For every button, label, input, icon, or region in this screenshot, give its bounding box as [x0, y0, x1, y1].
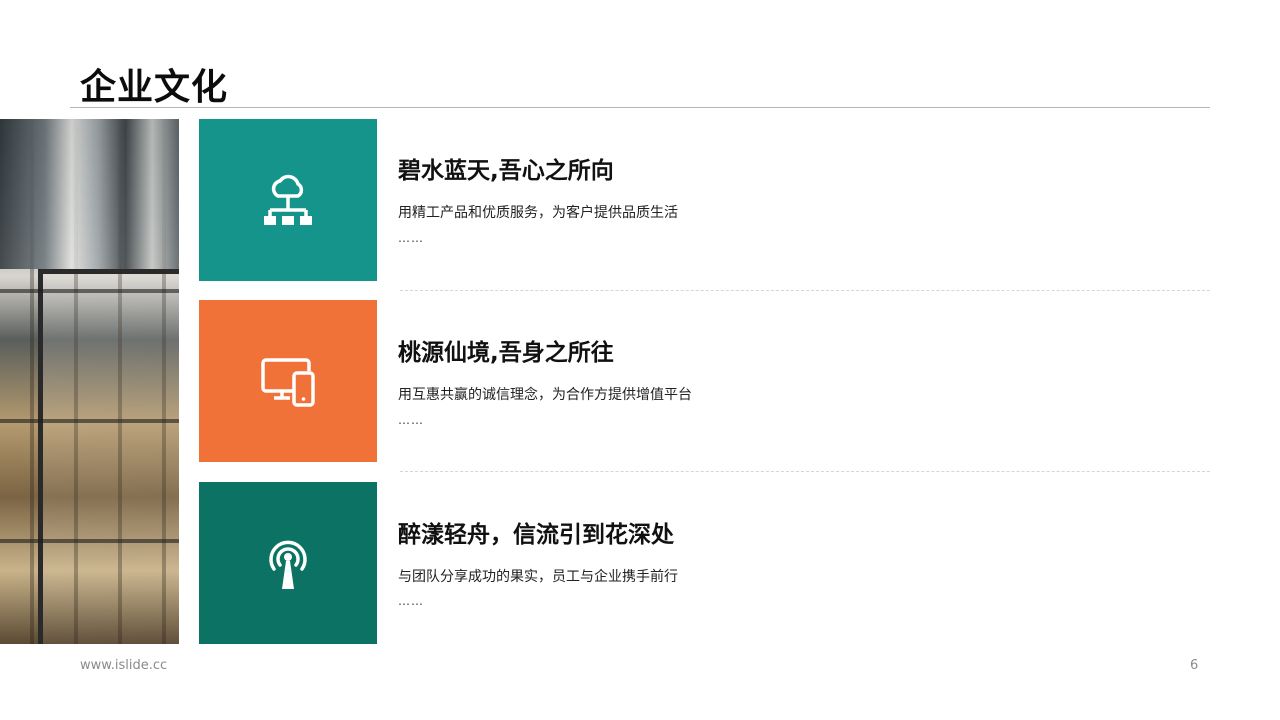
tile-broadcast — [199, 482, 377, 644]
item-title: 醉漾轻舟，信流引到花深处 — [398, 522, 674, 548]
photo-floor-line — [0, 419, 179, 423]
item-title: 桃源仙境,吾身之所往 — [398, 340, 614, 366]
item-title: 碧水蓝天,吾心之所向 — [398, 158, 614, 184]
item-divider — [400, 290, 1210, 291]
broadcast-tower-icon — [269, 540, 307, 589]
item-ellipsis: …… — [398, 231, 424, 245]
footer-url: www.islide.cc — [80, 658, 168, 673]
title-divider — [70, 107, 1210, 108]
item-description: 用精工产品和优质服务，为客户提供品质生活 — [398, 205, 678, 221]
item-divider — [400, 471, 1210, 472]
photo-floor-line — [0, 539, 179, 543]
page-number: 6 — [1190, 658, 1199, 673]
cloud-network-icon — [264, 174, 312, 225]
page-title: 企业文化 — [80, 67, 229, 108]
photo-blur-region — [0, 119, 179, 269]
building-photo — [0, 119, 179, 644]
photo-floor-line — [0, 289, 179, 293]
item-description: 用互惠共赢的诚信理念，为合作方提供增值平台 — [398, 387, 692, 403]
tile-devices — [199, 300, 377, 462]
item-ellipsis: …… — [398, 594, 424, 608]
photo-window-frame — [38, 269, 179, 644]
tile-cloud — [199, 119, 377, 281]
item-description: 与团队分享成功的果实，员工与企业携手前行 — [398, 569, 678, 585]
item-ellipsis: …… — [398, 413, 424, 427]
devices-icon — [261, 358, 315, 407]
